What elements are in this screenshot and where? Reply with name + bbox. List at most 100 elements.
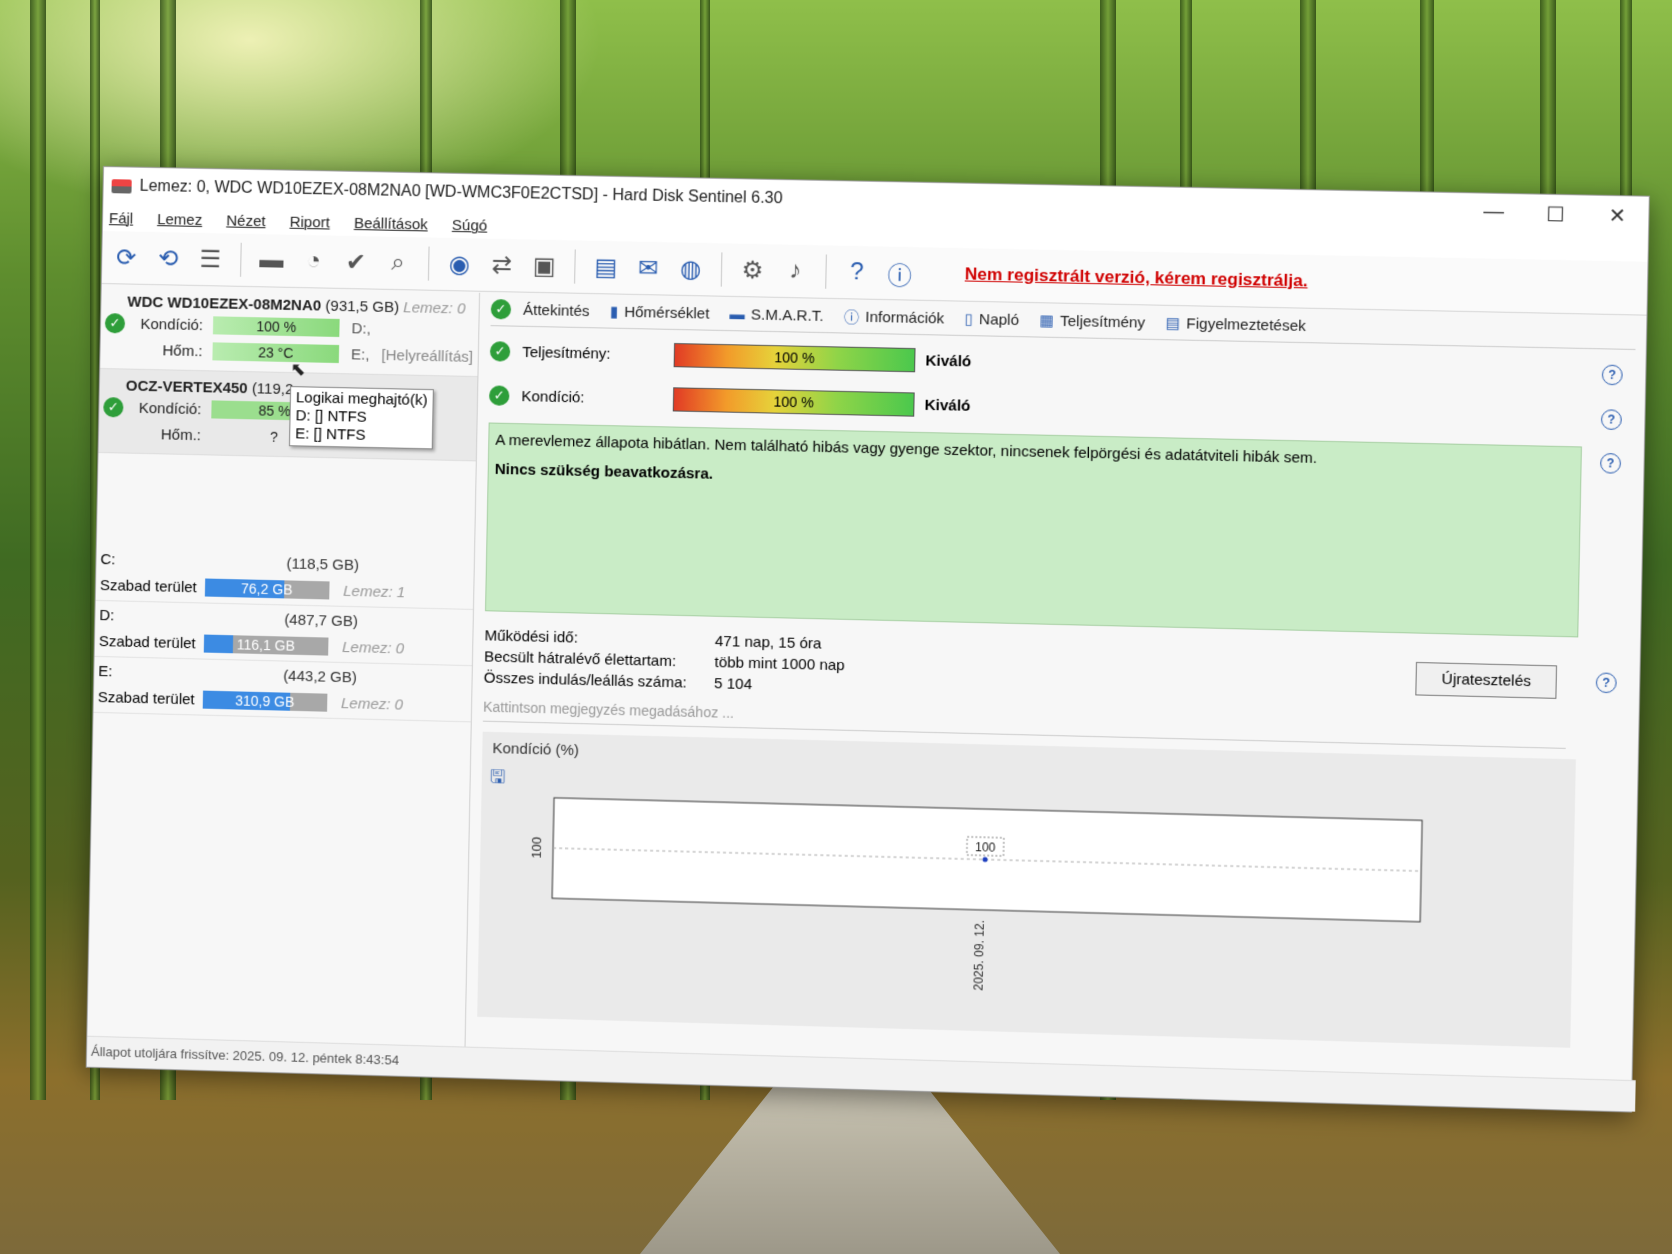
volume-letter: D:: [99, 606, 115, 625]
tab-smart[interactable]: ▬ S.M.A.R.T.: [730, 305, 824, 324]
menu-disk[interactable]: Lemez: [157, 211, 202, 229]
volume-disk: Lemez: 0: [340, 694, 404, 714]
disk-name: OCZ-VERTEX450: [125, 377, 248, 398]
list-icon[interactable]: ☰: [192, 241, 229, 278]
volume-item[interactable]: C: (118,5 GB) Szabad terület 76,2 GB Leme…: [95, 544, 475, 610]
menu-file[interactable]: Fájl: [109, 210, 133, 227]
help-icon[interactable]: ?: [1601, 364, 1623, 386]
status-text-box: A merevlemez állapota hibátlan. Nem talá…: [485, 422, 1582, 638]
drive-letter-e: E:,: [350, 345, 370, 364]
temp-bar: 23 °C: [212, 342, 340, 364]
network-icon[interactable]: ⇄: [483, 247, 520, 284]
mail-icon[interactable]: ✉: [630, 250, 667, 287]
repair-link[interactable]: [Helyreállítás]: [381, 346, 473, 365]
disk-clock-icon[interactable]: ◔: [295, 243, 332, 280]
disk-icon[interactable]: ▬: [253, 242, 290, 279]
retest-button[interactable]: Újratesztelés: [1415, 661, 1558, 699]
volume-capacity: (118,5 GB): [286, 555, 360, 575]
menu-report[interactable]: Riport: [290, 213, 331, 231]
web-icon[interactable]: ◍: [672, 250, 709, 287]
unregistered-link[interactable]: Nem regisztrált verzió, kérem regisztrál…: [965, 264, 1308, 291]
help-icon[interactable]: ?: [1600, 452, 1622, 474]
volume-item[interactable]: D: (487,7 GB) Szabad terület 116,1 GB Lem…: [94, 600, 473, 667]
tab-performance[interactable]: ▦ Teljesítmény: [1039, 311, 1145, 331]
health-bar: 100 %: [212, 316, 340, 337]
status-action: Nincs szükség beavatkozásra.: [494, 460, 714, 483]
chart-icon: ▦: [1039, 312, 1055, 330]
performance-bar: 100 %: [673, 343, 916, 373]
smart-icon: ▬: [729, 305, 746, 323]
tab-overview[interactable]: ✓ Áttekintés: [490, 299, 590, 321]
help-icon[interactable]: ?: [1595, 672, 1617, 694]
health-history-chart: Kondíció (%) 🖫 100 100 2025. 09. 12.: [477, 731, 1576, 1048]
performance-verdict: Kiváló: [925, 351, 972, 370]
status-text: A merevlemez állapota hibátlan. Nem talá…: [495, 431, 1318, 467]
help-icon[interactable]: ?: [838, 254, 875, 291]
menu-settings[interactable]: Beállítások: [354, 214, 428, 233]
disk-capacity: (119,2: [251, 380, 294, 399]
free-space-label: Szabad terület: [99, 576, 197, 596]
tab-information[interactable]: ⓘ Információk: [844, 306, 945, 329]
drive-icon[interactable]: ◉: [441, 246, 478, 283]
alerts-icon: ▤: [1165, 314, 1181, 333]
ok-check-icon: ✓: [488, 385, 510, 406]
volume-letter: E:: [98, 662, 113, 681]
volume-list: C: (118,5 GB) Szabad terület 76,2 GB Leme…: [93, 544, 475, 723]
health-label: Kondíció:: [138, 399, 202, 418]
disk-capacity: (931,5 GB): [325, 297, 400, 317]
menu-help[interactable]: Súgó: [452, 216, 488, 234]
refresh-icon[interactable]: ⟳: [108, 239, 145, 276]
report-icon[interactable]: ▤: [587, 249, 624, 286]
app-window: Lemez: 0, WDC WD10EZEX-08M2NA0 [WD-WMC3F…: [85, 166, 1650, 1113]
health-bar: 100 %: [672, 387, 915, 417]
refresh-warning-icon[interactable]: ⟲: [150, 240, 187, 277]
backup-icon[interactable]: ▣: [526, 247, 563, 284]
window-title: Lemez: 0, WDC WD10EZEX-08M2NA0 [WD-WMC3F…: [139, 177, 783, 208]
mouse-cursor-icon: ⬉: [290, 359, 306, 380]
disk-search-icon[interactable]: ⌕: [380, 245, 417, 282]
free-space-bar: 116,1 GB: [203, 634, 329, 656]
health-label: Kondíció:: [521, 387, 585, 406]
maximize-button[interactable]: ☐: [1524, 201, 1586, 228]
thermometer-icon: ▮: [609, 303, 619, 321]
disk-panel: WDC WD10EZEX-08M2NA0 (931,5 GB) Lemez: 0…: [87, 284, 481, 1048]
details-panel: ✓ Áttekintés ▮ Hőmérséklet ▬ S.M.A.R.T. ⓘ In…: [477, 292, 1637, 1081]
disk-check-icon[interactable]: ✔: [337, 244, 374, 281]
volume-capacity: (487,7 GB): [284, 611, 359, 631]
data-label: 100: [975, 840, 996, 855]
tab-alerts[interactable]: ▤ Figyelmeztetések: [1165, 314, 1306, 335]
health-verdict: Kiváló: [924, 396, 971, 415]
performance-label: Teljesítmény:: [522, 343, 611, 363]
y-tick-label: 100: [529, 837, 545, 859]
minimize-button[interactable]: —: [1463, 200, 1525, 227]
volume-disk: Lemez: 0: [341, 638, 405, 657]
tab-temperature[interactable]: ▮ Hőmérséklet: [610, 302, 710, 322]
free-space-bar: 310,9 GB: [202, 690, 328, 712]
close-button[interactable]: ✕: [1586, 202, 1648, 229]
temp-label: Hőm.:: [162, 341, 203, 360]
app-icon: [111, 179, 132, 194]
ok-check-icon: ✓: [490, 299, 512, 320]
ok-check-icon: ✓: [489, 341, 511, 362]
info-icon: ⓘ: [843, 308, 860, 327]
ok-check-icon: ✓: [103, 397, 124, 418]
chart-canvas: 100 100 2025. 09. 12.: [529, 732, 1440, 991]
logical-drives-tooltip: Logikai meghajtó(k) D: [] NTFS E: [] NTF…: [288, 386, 434, 450]
help-icon[interactable]: ?: [1600, 409, 1622, 431]
health-label: Kondíció:: [140, 315, 204, 334]
settings-icon[interactable]: ⚙: [734, 252, 771, 289]
info-icon[interactable]: ⓘ: [881, 255, 918, 292]
drive-letters-2: E:, [Helyreállítás]: [351, 346, 473, 366]
free-space-label: Szabad terület: [97, 688, 195, 708]
tab-log[interactable]: ▯ Napló: [964, 310, 1019, 329]
stat-label: Összes indulás/leállás száma:: [483, 669, 687, 692]
free-space-bar: 76,2 GB: [204, 578, 330, 600]
volume-capacity: (443,2 GB): [283, 667, 358, 687]
x-tick-label: 2025. 09. 12.: [971, 920, 987, 991]
sound-icon[interactable]: ♪: [776, 252, 813, 289]
disk-index: Lemez: 0: [403, 299, 466, 318]
stat-value: 5 104: [713, 675, 753, 694]
document-icon: ▯: [964, 310, 974, 329]
volume-item[interactable]: E: (443,2 GB) Szabad terület 310,9 GB Lem…: [93, 656, 472, 723]
menu-view[interactable]: Nézet: [226, 212, 266, 230]
